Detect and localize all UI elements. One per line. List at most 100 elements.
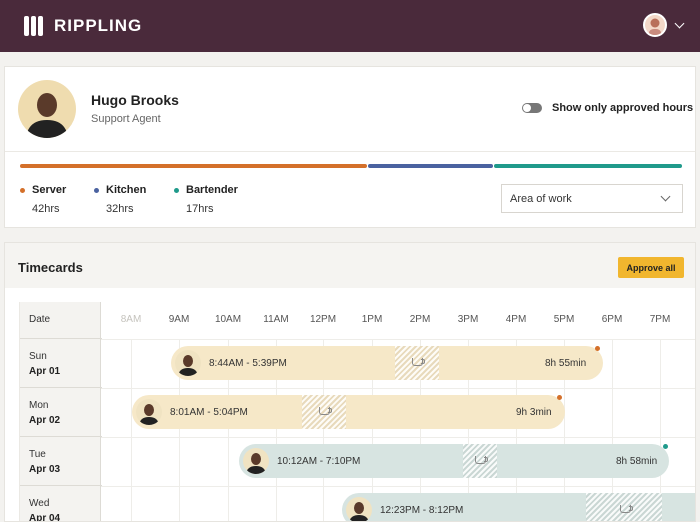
person-icon <box>139 404 159 425</box>
rippling-logo-icon <box>24 16 46 36</box>
shift-bar[interactable]: 12:23PM - 8:12PM <box>342 493 695 521</box>
legend-kitchen: Kitchen 32hrs <box>94 184 146 215</box>
kitchen-dot <box>94 187 99 193</box>
employee-profile-card: Hugo Brooks Support Agent Show only appr… <box>4 66 696 228</box>
coffee-icon <box>475 456 488 464</box>
legend-server: Server 42hrs <box>20 184 66 215</box>
person-icon <box>178 355 198 376</box>
hour-label: 8AM <box>120 314 142 325</box>
day-label: Tue <box>29 449 46 460</box>
brand-name: RIPPLING <box>54 16 143 35</box>
legend-label: Bartender <box>186 184 238 196</box>
legend-label: Server <box>32 184 67 196</box>
legend-hours: 32hrs <box>106 203 134 215</box>
person-icon <box>246 453 266 474</box>
approved-hours-toggle[interactable] <box>522 103 542 113</box>
timecard-grid: Date Sun Apr 01 Mon Apr 02 Tue Apr 03 We… <box>19 302 695 522</box>
coffee-icon <box>620 505 633 513</box>
divider <box>5 151 695 152</box>
shift-duration: 9h 3min <box>516 407 552 418</box>
grid-line <box>101 437 695 438</box>
timecards-title: Timecards <box>18 260 83 275</box>
date-row: Sun Apr 01 <box>20 339 102 388</box>
date-row: Mon Apr 02 <box>20 388 102 437</box>
employee-role: Support Agent <box>91 113 161 125</box>
employee-avatar <box>18 80 76 138</box>
grid-line <box>101 339 695 340</box>
user-avatar-icon <box>649 18 661 35</box>
employee-thumb <box>136 399 162 425</box>
chevron-down-icon <box>660 191 671 202</box>
user-avatar[interactable] <box>643 13 667 37</box>
date-row: Tue Apr 03 <box>20 437 102 486</box>
legend-hours: 42hrs <box>32 203 60 215</box>
timecards-header: Timecards Approve all <box>5 243 695 288</box>
coffee-icon <box>412 358 425 366</box>
status-dot <box>557 395 562 400</box>
server-hours-bar <box>20 164 367 168</box>
day-label: Sun <box>29 351 47 362</box>
server-dot <box>20 187 25 193</box>
shift-bar[interactable]: 8:44AM - 5:39PM 8h 55min <box>171 346 603 380</box>
shift-time-range: 10:12AM - 7:10PM <box>277 456 361 467</box>
shift-bar[interactable]: 10:12AM - 7:10PM 8h 58min <box>239 444 669 478</box>
hour-label: 10AM <box>214 314 242 325</box>
hour-label: 4PM <box>505 314 527 325</box>
break-block <box>463 444 497 478</box>
day-label: Wed <box>29 498 50 509</box>
person-icon <box>26 93 68 138</box>
date-row: Wed Apr 04 <box>20 486 102 522</box>
employee-name: Hugo Brooks <box>91 92 179 108</box>
day-label: Mon <box>29 400 49 411</box>
date-label: Apr 02 <box>29 415 61 426</box>
employee-thumb <box>346 497 372 521</box>
select-value: Area of work <box>510 193 572 205</box>
hour-label: 12PM <box>309 314 337 325</box>
hour-label: 6PM <box>601 314 623 325</box>
hour-label: 1PM <box>361 314 383 325</box>
break-block <box>586 493 662 521</box>
hour-label: 3PM <box>457 314 479 325</box>
employee-thumb <box>175 350 201 376</box>
chevron-down-icon[interactable] <box>674 18 685 29</box>
shift-time-range: 12:23PM - 8:12PM <box>380 505 464 516</box>
grid-line <box>101 486 695 487</box>
bartender-hours-bar <box>494 164 682 168</box>
break-block <box>395 346 439 380</box>
date-label: Apr 01 <box>29 366 61 377</box>
area-of-work-select[interactable]: Area of work <box>501 184 683 213</box>
hour-label: 2PM <box>409 314 431 325</box>
hour-label: 9AM <box>168 314 190 325</box>
bartender-dot <box>174 187 179 193</box>
date-label: Apr 04 <box>29 513 61 522</box>
grid-line <box>101 388 695 389</box>
shift-duration: 8h 55min <box>545 358 587 369</box>
toggle-knob <box>523 104 531 112</box>
hour-label: 7PM <box>649 314 671 325</box>
legend-label: Kitchen <box>106 184 147 196</box>
status-dot <box>595 346 600 351</box>
rippling-logo[interactable]: RIPPLING <box>24 16 142 36</box>
coffee-icon <box>319 407 332 415</box>
top-bar: RIPPLING <box>0 0 700 52</box>
date-label: Apr 03 <box>29 464 61 475</box>
person-icon <box>349 502 369 521</box>
shift-time-range: 8:01AM - 5:04PM <box>170 407 248 418</box>
status-dot <box>663 444 668 449</box>
timecards-panel: Timecards Approve all Date Sun Apr 01 Mo… <box>4 242 696 522</box>
hour-label: 11AM <box>263 314 289 325</box>
approved-hours-label: Show only approved hours <box>552 102 694 114</box>
date-column: Date Sun Apr 01 Mon Apr 02 Tue Apr 03 We… <box>19 302 102 522</box>
approve-all-button[interactable]: Approve all <box>618 257 684 278</box>
date-header-cell: Date <box>20 302 102 339</box>
legend-bartender: Bartender 17hrs <box>174 184 238 215</box>
kitchen-hours-bar <box>368 164 493 168</box>
shift-duration: 8h 58min <box>616 456 658 467</box>
break-block <box>302 395 346 429</box>
shift-time-range: 8:44AM - 5:39PM <box>209 358 287 369</box>
employee-thumb <box>243 448 269 474</box>
legend-hours: 17hrs <box>186 203 214 215</box>
date-header: Date <box>29 314 51 325</box>
shift-bar[interactable]: 8:01AM - 5:04PM 9h 3min <box>132 395 565 429</box>
hour-label: 5PM <box>553 314 575 325</box>
